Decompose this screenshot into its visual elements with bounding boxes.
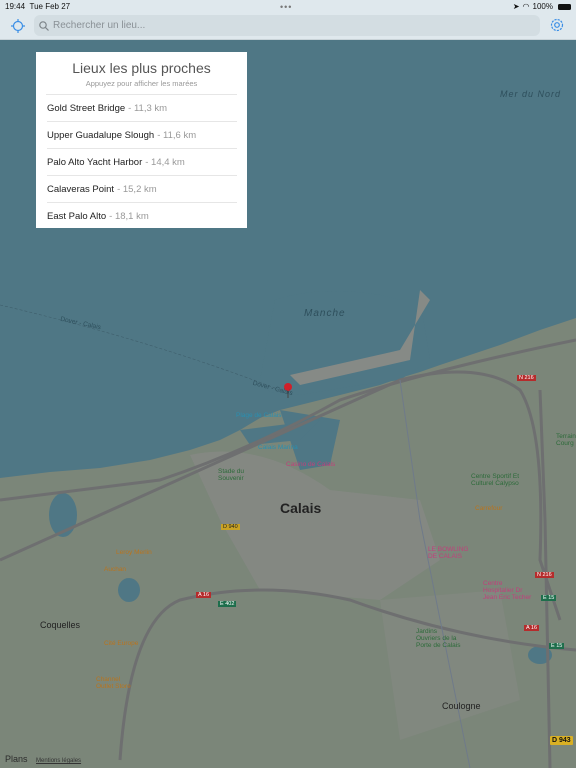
poi-hopital[interactable]: Centre Hospitalier Dr Jean Eric Techer — [483, 580, 533, 601]
label-calais: Calais — [280, 500, 322, 516]
place-distance: - 14,4 km — [145, 156, 185, 168]
road-e15-b: E 15 — [549, 643, 565, 649]
status-date: Tue Feb 27 — [29, 2, 71, 11]
place-item[interactable]: Calaveras Point - 15,2 km — [47, 176, 237, 203]
status-time: 19:44 — [5, 2, 26, 11]
poi-centre-sportif[interactable]: Centre Sportif Et Culturel Calypso — [471, 473, 521, 487]
poi-auchan[interactable]: Auchan — [104, 566, 126, 573]
gear-icon[interactable] — [549, 17, 565, 33]
toolbar: Rechercher un lieu... — [0, 13, 576, 40]
search-input[interactable]: Rechercher un lieu... — [34, 15, 540, 36]
poi-plage[interactable]: Plage de Calais — [236, 412, 282, 419]
label-mer-du-nord: Mer du Nord — [500, 89, 562, 99]
multitasking-dots-icon[interactable]: ••• — [280, 2, 292, 12]
poi-cite-europe[interactable]: Cité Europe — [104, 640, 138, 647]
road-n216-b: N 216 — [535, 572, 554, 578]
battery-icon — [558, 3, 571, 10]
road-e15: E 15 — [541, 595, 557, 601]
wifi-icon: ◠ — [522, 2, 530, 11]
place-distance: - 11,3 km — [128, 102, 168, 114]
poi-marina[interactable]: Calais Marina — [258, 444, 298, 451]
poi-stade[interactable]: Stade du Souvenir — [218, 468, 250, 482]
poi-leroy-merlin[interactable]: Leroy Merlin — [116, 549, 152, 556]
place-item[interactable]: Palo Alto Yacht Harbor - 14,4 km — [47, 149, 237, 176]
road-a16: A 16 — [196, 592, 212, 598]
label-coulogne: Coulogne — [442, 701, 481, 711]
place-item[interactable]: Gold Street Bridge - 11,3 km — [47, 95, 237, 122]
place-name: Upper Guadalupe Slough — [47, 129, 155, 141]
poi-carrefour[interactable]: Carrefour — [475, 505, 502, 512]
panel-title: Lieux les plus proches — [72, 60, 211, 76]
magnifier-icon — [39, 20, 49, 31]
road-n216: N 216 — [517, 375, 536, 381]
poi-bowling[interactable]: LE BOWLING DE CALAIS — [428, 546, 478, 560]
map-attribution: Plans Mentions légales — [5, 754, 81, 764]
legal-link[interactable]: Mentions légales — [36, 758, 81, 764]
road-d943: D 943 — [550, 736, 573, 745]
status-bar: 19:44 Tue Feb 27 ••• ➤ ◠ 100% — [0, 0, 576, 13]
poi-channel-outlet[interactable]: Channel Outlet Store — [96, 676, 136, 690]
place-name: Palo Alto Yacht Harbor — [47, 156, 143, 168]
search-placeholder: Rechercher un lieu... — [53, 20, 146, 31]
place-distance: - 15,2 km — [117, 183, 157, 195]
label-manche: Manche — [304, 308, 346, 319]
poi-jardins[interactable]: Jardins Ouvriers de la Porte de Calais — [416, 628, 462, 649]
place-name: East Palo Alto — [47, 211, 107, 222]
panel-subtitle: Appuyez pour afficher les marées — [46, 79, 237, 95]
poi-terrain[interactable]: Terrain Courg — [556, 433, 576, 447]
place-item[interactable]: East Palo Alto - 18,1 km — [47, 203, 237, 230]
place-distance: - 18,1 km — [109, 211, 149, 222]
battery-percent: 100% — [532, 2, 553, 11]
location-arrow-icon: ➤ — [512, 2, 520, 11]
road-e402: E 402 — [218, 601, 237, 607]
poi-casino[interactable]: Casino de Calais — [286, 461, 335, 468]
place-distance: - 11,6 km — [157, 129, 197, 141]
place-name: Calaveras Point — [47, 183, 115, 195]
road-a16-b: A 16 — [524, 625, 540, 631]
crosshair-icon[interactable] — [11, 19, 25, 33]
place-name: Gold Street Bridge — [47, 102, 126, 114]
road-d940: D 940 — [221, 524, 240, 530]
maps-brand: Plans — [5, 754, 28, 764]
nearest-places-panel: Lieux les plus proches Appuyez pour affi… — [36, 52, 247, 228]
label-coquelles: Coquelles — [40, 620, 81, 630]
place-item[interactable]: Upper Guadalupe Slough - 11,6 km — [47, 122, 237, 149]
